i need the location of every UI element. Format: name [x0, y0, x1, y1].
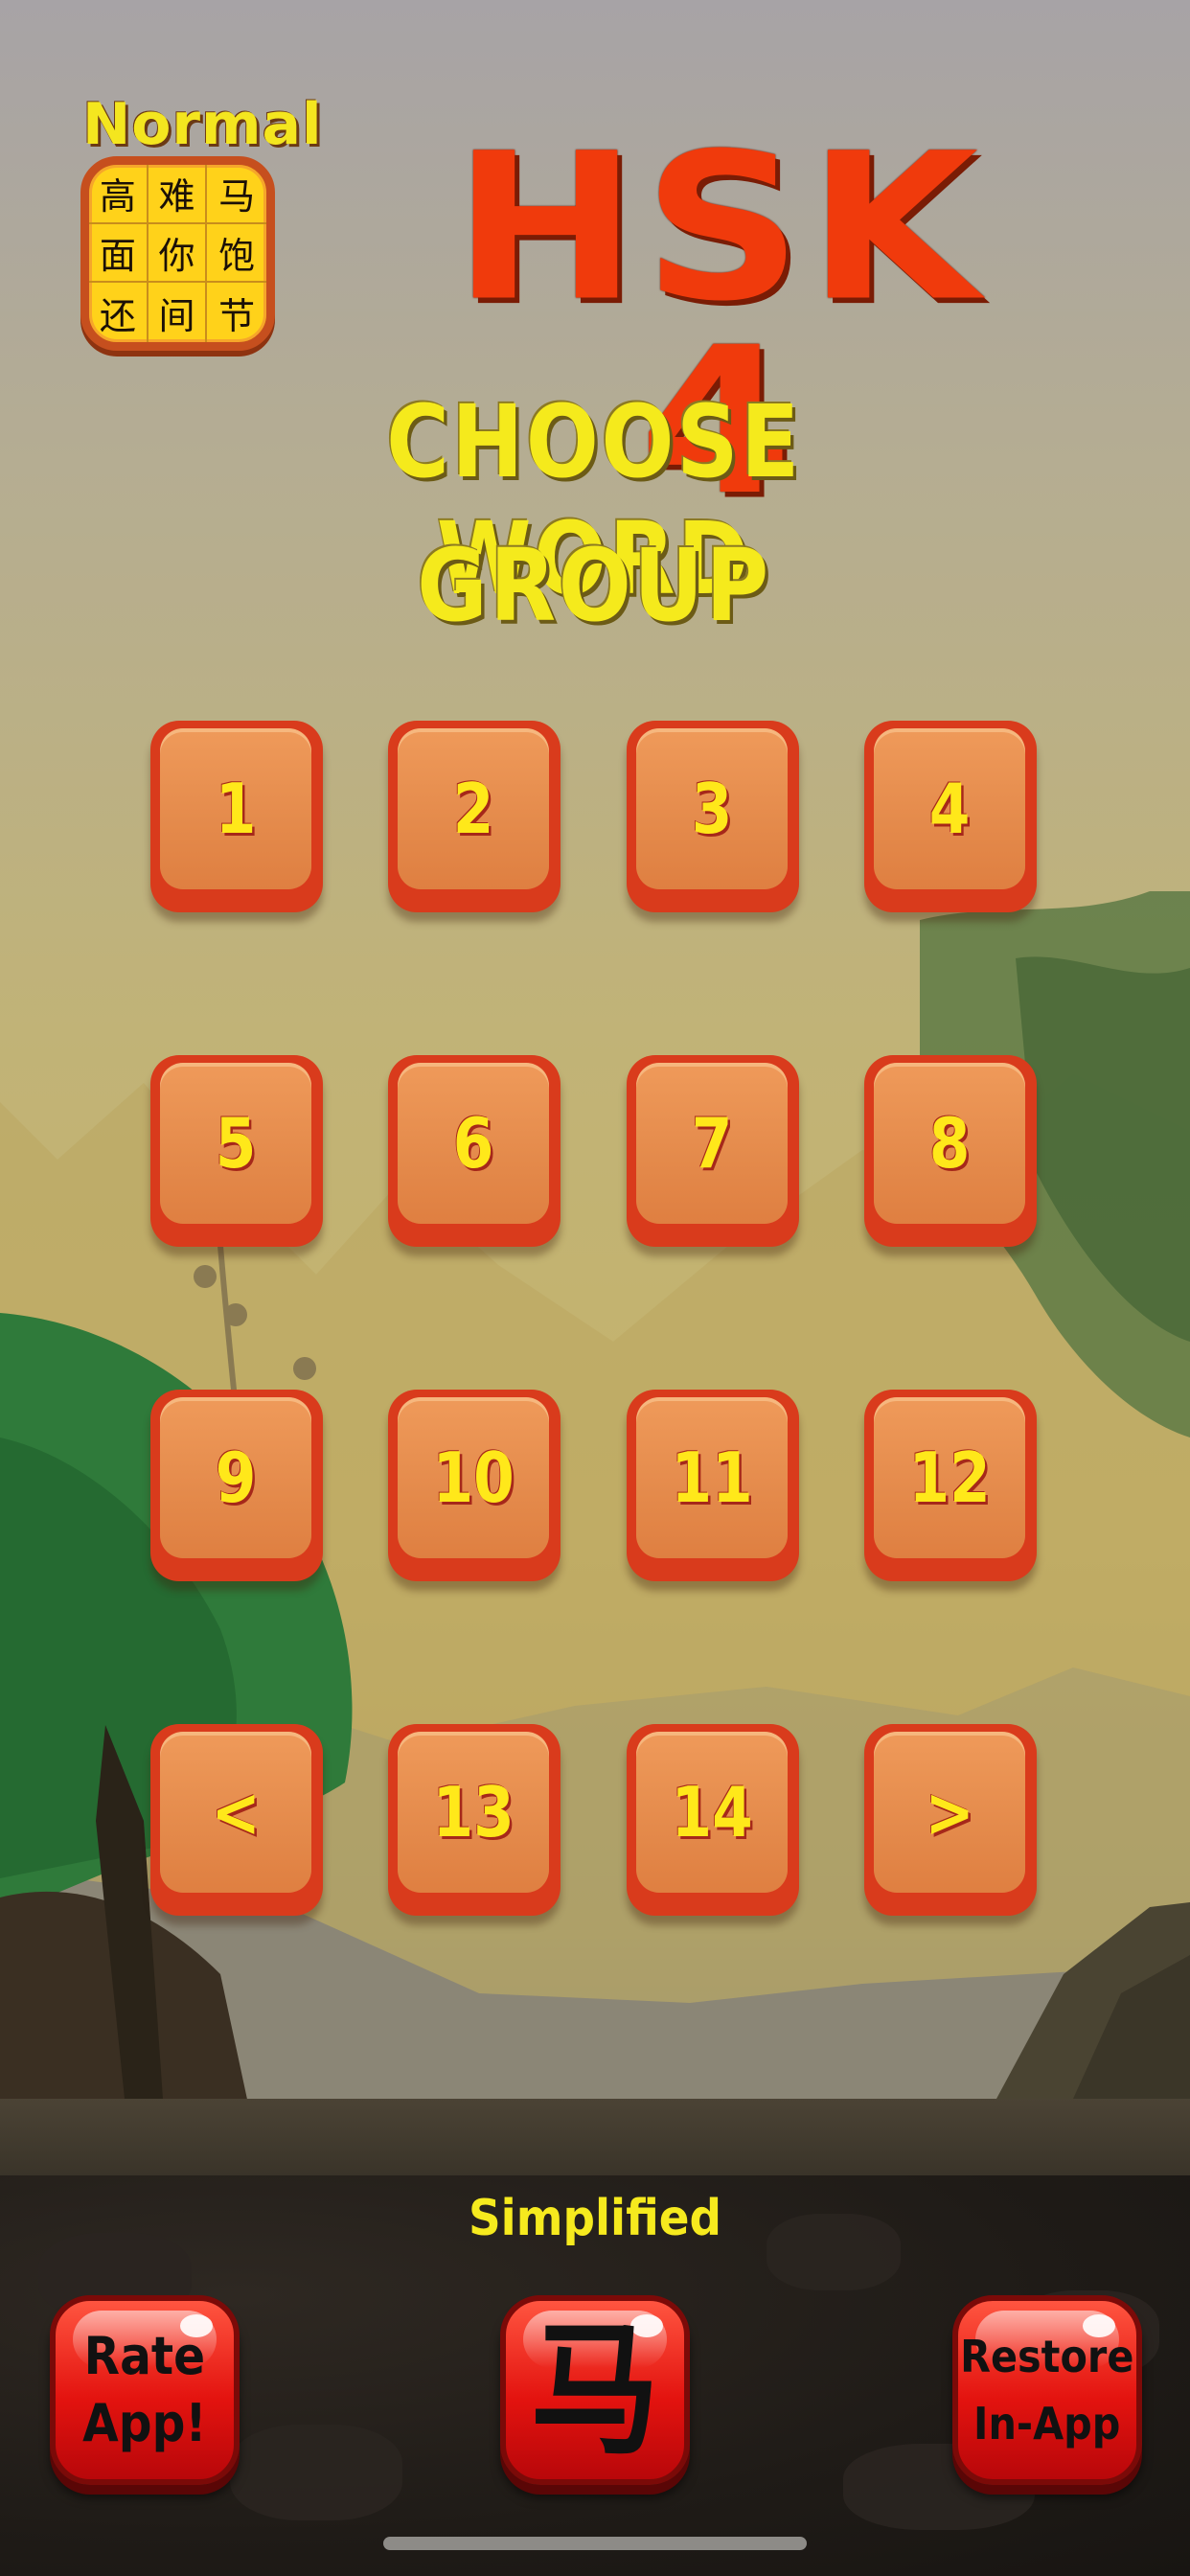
- tile-label: 2: [452, 769, 494, 849]
- group-tile-10[interactable]: 10: [388, 1390, 561, 1581]
- group-tile-11[interactable]: 11: [627, 1390, 799, 1581]
- group-tile-1[interactable]: 1: [150, 721, 323, 912]
- next-page-button[interactable]: >: [864, 1724, 1037, 1916]
- tile-label: 12: [908, 1438, 991, 1518]
- ground-ledge: [0, 2099, 1190, 2175]
- tile-label: 8: [928, 1103, 971, 1184]
- mode-grid-char: 饱: [207, 224, 266, 284]
- horse-home-button[interactable]: 马: [500, 2295, 690, 2485]
- group-tile-6[interactable]: 6: [388, 1055, 561, 1247]
- script-mode-toggle[interactable]: Simplified: [423, 2190, 767, 2247]
- group-tile-9[interactable]: 9: [150, 1390, 323, 1581]
- restore-in-app-button[interactable]: Restore In-App: [952, 2295, 1142, 2485]
- group-tile-2[interactable]: 2: [388, 721, 561, 912]
- tile-label: 10: [432, 1438, 515, 1518]
- tile-label: 13: [432, 1772, 515, 1852]
- rate-app-label: Rate App!: [82, 2326, 207, 2453]
- mode-grid-char: 还: [89, 283, 149, 342]
- group-tile-3[interactable]: 3: [627, 721, 799, 912]
- group-tile-13[interactable]: 13: [388, 1724, 561, 1916]
- horse-character-icon: 马: [530, 2306, 660, 2474]
- mode-grid-char: 间: [149, 283, 208, 342]
- prev-page-button[interactable]: <: [150, 1724, 323, 1916]
- group-tile-8[interactable]: 8: [864, 1055, 1037, 1247]
- mode-grid-char: 难: [148, 165, 208, 224]
- tile-label: 4: [928, 769, 971, 849]
- group-tile-12[interactable]: 12: [864, 1390, 1037, 1581]
- group-tile-7[interactable]: 7: [627, 1055, 799, 1247]
- mode-grid-char: 高: [89, 165, 149, 224]
- tile-label: 9: [215, 1438, 257, 1518]
- mode-grid-char: 马: [207, 165, 266, 224]
- next-arrow-icon: >: [925, 1772, 974, 1852]
- restore-in-app-label: Restore In-App: [960, 2331, 1134, 2450]
- group-tile-14[interactable]: 14: [627, 1724, 799, 1916]
- rate-app-button[interactable]: Rate App!: [50, 2295, 240, 2485]
- tile-label: 11: [671, 1438, 753, 1518]
- tile-label: 7: [691, 1103, 733, 1184]
- prev-arrow-icon: <: [211, 1772, 261, 1852]
- difficulty-mode-button[interactable]: 高 难 马 面 你 饱 还 间 节: [80, 156, 275, 351]
- subtitle-line-2: GROUP: [417, 527, 771, 644]
- mode-grid-char: 节: [218, 294, 256, 337]
- group-tile-4[interactable]: 4: [864, 721, 1037, 912]
- tile-label: 14: [671, 1772, 753, 1852]
- difficulty-label: Normal: [82, 91, 323, 158]
- tile-label: 5: [215, 1103, 257, 1184]
- mode-grid-char: 你: [148, 223, 208, 284]
- mode-grid-char: 面: [89, 223, 149, 284]
- group-tile-5[interactable]: 5: [150, 1055, 323, 1247]
- tile-label: 6: [452, 1103, 494, 1184]
- tile-label: 1: [215, 769, 257, 849]
- tile-label: 3: [691, 769, 733, 849]
- home-indicator[interactable]: [383, 2537, 807, 2550]
